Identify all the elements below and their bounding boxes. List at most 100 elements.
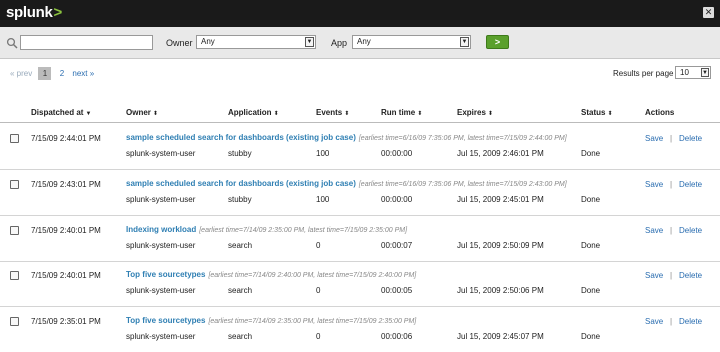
search-name-link[interactable]: sample scheduled search for dashboards (…: [126, 133, 356, 142]
header-dispatched[interactable]: Dispatched at ▼: [31, 108, 91, 117]
header-runtime[interactable]: Run time ⬍: [381, 108, 422, 117]
runtime-cell: 00:00:05: [381, 286, 413, 295]
search-time-range: [earliest time=7/14/09 2:40:00 PM, lates…: [208, 272, 417, 279]
page-2-link[interactable]: 2: [60, 69, 64, 78]
table-row: 7/15/09 2:40:01 PM Indexing workload [ear…: [0, 216, 720, 262]
events-cell: 0: [316, 332, 321, 341]
action-separator: |: [670, 317, 673, 326]
app-select[interactable]: Any ▼: [352, 35, 471, 49]
save-link[interactable]: Save: [645, 180, 663, 189]
search-name-link[interactable]: Top five sourcetypes: [126, 270, 205, 279]
app-label: App: [331, 38, 348, 48]
owner-cell: splunk-system-user: [126, 241, 196, 250]
row-checkbox[interactable]: [10, 134, 19, 143]
search-input[interactable]: [20, 35, 153, 50]
delete-link[interactable]: Delete: [679, 134, 702, 143]
delete-link[interactable]: Delete: [679, 271, 702, 280]
owner-select-value: Any: [201, 37, 215, 46]
row-checkbox[interactable]: [10, 180, 19, 189]
action-separator: |: [670, 180, 673, 189]
app-cell: search: [228, 332, 253, 341]
expires-cell: Jul 15, 2009 2:46:01 PM: [457, 149, 544, 158]
app-select-value: Any: [357, 37, 371, 46]
sort-icon: ⬍: [344, 111, 350, 117]
search-name-link[interactable]: Top five sourcetypes: [126, 316, 205, 325]
search-title: sample scheduled search for dashboards (…: [126, 133, 567, 142]
app-cell: stubby: [228, 149, 252, 158]
table-row: 7/15/09 2:35:01 PM Top five sourcetypes[…: [0, 307, 720, 352]
header-application[interactable]: Application ⬍: [228, 108, 279, 117]
owner-cell: splunk-system-user: [126, 195, 196, 204]
header-expires[interactable]: Expires ⬍: [457, 108, 493, 117]
runtime-cell: 00:00:06: [381, 332, 413, 341]
app-cell: stubby: [228, 195, 252, 204]
action-separator: |: [670, 271, 673, 280]
prev-page-link[interactable]: « prev: [10, 69, 32, 78]
row-checkbox[interactable]: [10, 271, 19, 280]
status-cell: Done: [581, 241, 601, 250]
events-cell: 0: [316, 241, 321, 250]
sort-desc-icon: ▼: [85, 111, 92, 117]
results-per-page-select[interactable]: 10 ▼: [675, 66, 711, 79]
row-checkbox[interactable]: [10, 317, 19, 326]
action-separator: |: [670, 134, 673, 143]
runtime-cell: 00:00:07: [381, 241, 413, 250]
header-actions: Actions: [645, 108, 675, 117]
search-time-range: [earliest time=7/14/09 2:35:00 PM, lates…: [208, 318, 417, 325]
search-title: Top five sourcetypes [earliest time=7/14/…: [126, 316, 416, 325]
action-separator: |: [670, 226, 673, 235]
search-title: sample scheduled search for dashboards (…: [126, 179, 567, 188]
owner-cell: splunk-system-user: [126, 332, 196, 341]
status-cell: Done: [581, 149, 601, 158]
header-status[interactable]: Status ⬍: [581, 108, 612, 117]
owner-select[interactable]: Any ▼: [196, 35, 316, 49]
next-page-link[interactable]: next »: [72, 69, 94, 78]
splunk-logo[interactable]: splunk>: [6, 4, 62, 21]
search-name-link[interactable]: Indexing workload: [126, 225, 196, 234]
dispatched-at: 7/15/09 2:40:01 PM: [31, 226, 101, 235]
delete-link[interactable]: Delete: [679, 180, 702, 189]
close-button[interactable]: ✕: [703, 7, 714, 18]
table-row: 7/15/09 2:44:01 PM sample scheduled sear…: [0, 124, 720, 170]
sort-icon: ⬍: [417, 111, 423, 117]
expires-cell: Jul 15, 2009 2:50:09 PM: [457, 241, 544, 250]
delete-link[interactable]: Delete: [679, 226, 702, 235]
dispatched-at: 7/15/09 2:43:01 PM: [31, 180, 101, 189]
row-checkbox[interactable]: [10, 226, 19, 235]
save-link[interactable]: Save: [645, 226, 663, 235]
search-icon: [6, 37, 18, 49]
search-name-link[interactable]: sample scheduled search for dashboards (…: [126, 179, 356, 188]
save-link[interactable]: Save: [645, 134, 663, 143]
app-cell: search: [228, 241, 253, 250]
results-per-page-value: 10: [680, 68, 689, 77]
owner-cell: splunk-system-user: [126, 286, 196, 295]
filter-bar: Owner Any ▼ App Any ▼: [0, 27, 720, 59]
dispatched-at: 7/15/09 2:44:01 PM: [31, 134, 101, 143]
app-cell: search: [228, 286, 253, 295]
status-cell: Done: [581, 332, 601, 341]
runtime-cell: 00:00:00: [381, 195, 413, 204]
save-link[interactable]: Save: [645, 271, 663, 280]
sort-icon: ⬍: [487, 111, 493, 117]
expires-cell: Jul 15, 2009 2:45:07 PM: [457, 332, 544, 341]
sort-icon: ⬍: [273, 111, 279, 117]
status-cell: Done: [581, 286, 601, 295]
page-1-current[interactable]: 1: [38, 67, 52, 80]
search-time-range: [earliest time=6/16/09 7:35:06 PM, lates…: [358, 181, 567, 188]
expires-cell: Jul 15, 2009 2:50:06 PM: [457, 286, 544, 295]
go-button[interactable]: >: [486, 35, 509, 49]
search-title: Indexing workload [earliest time=7/14/09 …: [126, 225, 407, 234]
search-title: Top five sourcetypes [earliest time=7/14/…: [126, 270, 416, 279]
pagination: « prev 1 2 next »: [10, 67, 94, 80]
owner-label: Owner: [166, 38, 193, 48]
table-row: 7/15/09 2:40:01 PM Top five sourcetypes[…: [0, 261, 720, 307]
top-bar: splunk> ✕: [0, 0, 720, 27]
header-owner[interactable]: Owner ⬍: [126, 108, 158, 117]
table-row: 7/15/09 2:43:01 PM sample scheduled sear…: [0, 170, 720, 216]
delete-link[interactable]: Delete: [679, 317, 702, 326]
save-link[interactable]: Save: [645, 317, 663, 326]
dispatched-at: 7/15/09 2:40:01 PM: [31, 271, 101, 280]
events-cell: 100: [316, 149, 330, 158]
logo-text: splunk: [6, 4, 53, 21]
header-events[interactable]: Events ⬍: [316, 108, 349, 117]
